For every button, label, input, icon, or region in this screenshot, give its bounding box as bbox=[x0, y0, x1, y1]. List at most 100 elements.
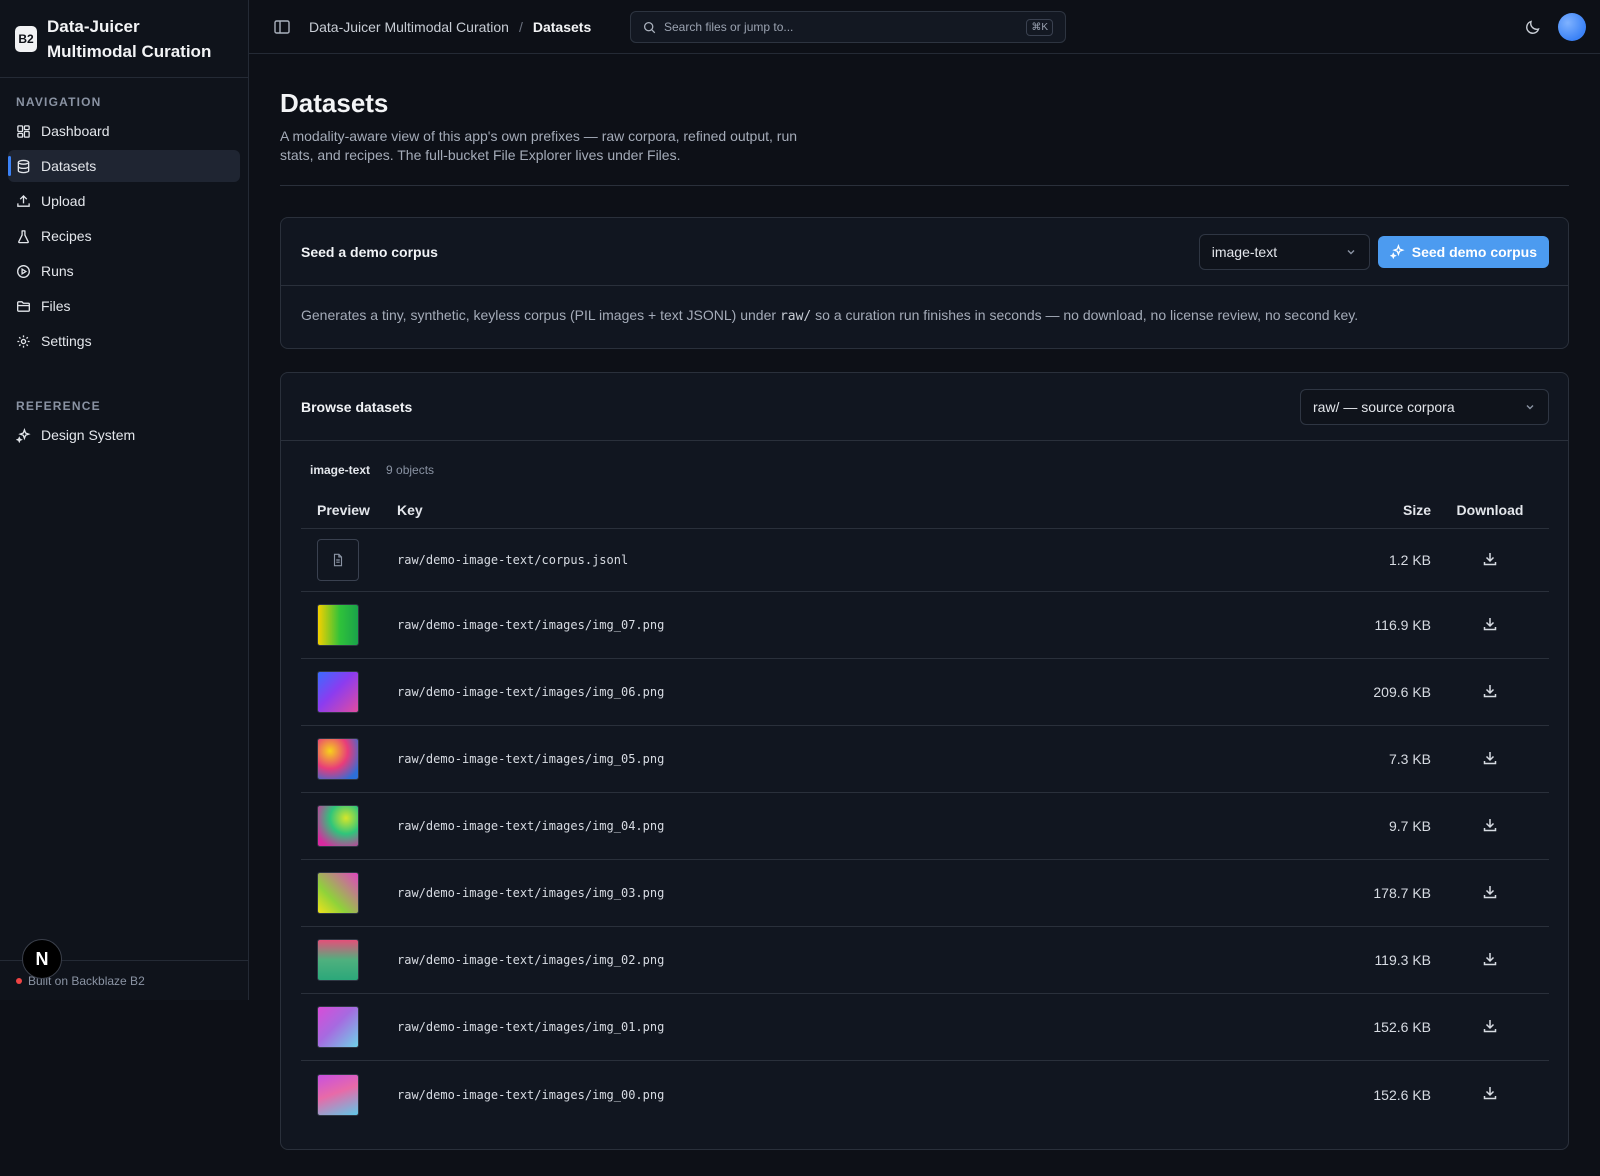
download-button[interactable] bbox=[1431, 1085, 1549, 1104]
reference-section-label: REFERENCE bbox=[16, 399, 101, 413]
download-button[interactable] bbox=[1431, 1018, 1549, 1037]
group-count: 9 objects bbox=[386, 463, 435, 477]
download-icon bbox=[1483, 684, 1497, 697]
table-row[interactable]: raw/demo-image-text/images/img_00.png 152… bbox=[301, 1061, 1549, 1128]
object-key: raw/demo-image-text/images/img_07.png bbox=[397, 618, 665, 632]
modality-select-value: image-text bbox=[1211, 243, 1278, 260]
breadcrumb-separator: / bbox=[518, 18, 523, 35]
breadcrumb-root[interactable]: Data-Juicer Multimodal Curation bbox=[309, 19, 509, 35]
sidebar-item-recipes[interactable]: Recipes bbox=[8, 220, 240, 252]
sidebar-item-datasets[interactable]: Datasets bbox=[8, 150, 240, 182]
preview-cell bbox=[301, 738, 383, 780]
prefix-select[interactable]: raw/ — source corpora bbox=[1300, 388, 1549, 425]
table-row[interactable]: raw/demo-image-text/images/img_04.png 9.7… bbox=[301, 793, 1549, 860]
sidebar-item-label: Files bbox=[41, 298, 71, 314]
dev-badge[interactable]: N bbox=[22, 939, 62, 979]
column-header-size: Size bbox=[1402, 501, 1431, 518]
table-body: raw/demo-image-text/corpus.jsonl 1.2 KB ra… bbox=[301, 529, 1549, 1128]
topbar: Data-Juicer Multimodal Curation / Datase… bbox=[249, 0, 1600, 54]
preview-cell bbox=[301, 1073, 383, 1116]
image-thumbnail[interactable] bbox=[317, 1073, 359, 1116]
table-row[interactable]: raw/demo-image-text/images/img_03.png 178… bbox=[301, 860, 1549, 927]
sidebar-item-design-system[interactable]: Design System bbox=[8, 419, 240, 451]
image-thumbnail[interactable] bbox=[317, 1006, 359, 1048]
preview-cell bbox=[301, 1006, 383, 1048]
sidebar-item-label: Datasets bbox=[41, 158, 97, 174]
app-title: Data-Juicer Multimodal Curation bbox=[47, 16, 212, 61]
main-content: Datasets A modality-aware view of this a… bbox=[280, 54, 1569, 1150]
download-button[interactable] bbox=[1431, 951, 1549, 970]
brand[interactable]: B2 Data-Juicer Multimodal Curation bbox=[0, 0, 248, 78]
sidebar-toggle-icon[interactable] bbox=[273, 18, 291, 36]
download-button[interactable] bbox=[1431, 616, 1549, 635]
table-row[interactable]: raw/demo-image-text/corpus.jsonl 1.2 KB bbox=[301, 529, 1549, 592]
file-icon bbox=[333, 553, 343, 567]
preview-cell bbox=[301, 539, 383, 581]
download-button[interactable] bbox=[1431, 551, 1549, 570]
download-icon bbox=[1483, 818, 1497, 831]
avatar[interactable] bbox=[1558, 13, 1586, 41]
modality-select[interactable]: image-text bbox=[1198, 233, 1370, 270]
sidebar-item-settings[interactable]: Settings bbox=[8, 325, 240, 357]
sidebar-item-files[interactable]: Files bbox=[8, 290, 240, 322]
object-key: raw/demo-image-text/images/img_05.png bbox=[397, 752, 665, 766]
sidebar-item-label: Recipes bbox=[41, 228, 92, 244]
search-box[interactable]: ⌘K bbox=[630, 11, 1066, 43]
object-size: 9.7 KB bbox=[1388, 818, 1431, 834]
upload-icon bbox=[17, 194, 30, 207]
object-size: 152.6 KB bbox=[1373, 1086, 1431, 1103]
download-button[interactable] bbox=[1431, 750, 1549, 769]
object-size: 7.3 KB bbox=[1388, 751, 1431, 767]
download-icon bbox=[1483, 1087, 1497, 1100]
download-button[interactable] bbox=[1431, 817, 1549, 836]
play-circle-icon bbox=[17, 264, 30, 278]
object-key: raw/demo-image-text/images/img_00.png bbox=[397, 1087, 665, 1102]
seed-demo-card: Seed a demo corpus image-text Seed demo … bbox=[280, 217, 1569, 349]
objects-table: Preview Key Size Download raw/demo-image… bbox=[301, 491, 1549, 1128]
breadcrumb: Data-Juicer Multimodal Curation / Datase… bbox=[309, 19, 591, 35]
sidebar-item-runs[interactable]: Runs bbox=[8, 255, 240, 287]
image-thumbnail[interactable] bbox=[317, 805, 359, 847]
search-icon bbox=[643, 21, 656, 33]
object-size: 178.7 KB bbox=[1373, 885, 1431, 901]
image-thumbnail[interactable] bbox=[317, 738, 359, 780]
search-input[interactable] bbox=[664, 20, 1019, 34]
image-thumbnail[interactable] bbox=[317, 939, 359, 981]
table-row[interactable]: raw/demo-image-text/images/img_05.png 7.3… bbox=[301, 726, 1549, 793]
sidebar-item-label: Design System bbox=[41, 427, 136, 443]
download-icon bbox=[1483, 617, 1497, 630]
chevron-down-icon bbox=[1347, 249, 1355, 254]
seed-card-title: Seed a demo corpus bbox=[301, 243, 438, 260]
breadcrumb-current: Datasets bbox=[532, 18, 592, 35]
group-header: image-text 9 objects bbox=[281, 441, 1568, 477]
database-icon bbox=[17, 159, 30, 173]
table-row[interactable]: raw/demo-image-text/images/img_07.png 116… bbox=[301, 592, 1549, 659]
sidebar-item-label: Dashboard bbox=[41, 123, 110, 139]
seed-demo-corpus-button[interactable]: Seed demo corpus bbox=[1377, 235, 1549, 268]
download-icon bbox=[1483, 751, 1497, 764]
object-key: raw/demo-image-text/images/img_06.png bbox=[397, 685, 665, 699]
divider bbox=[280, 185, 1569, 186]
browse-datasets-card: Browse datasets raw/ — source corpora im… bbox=[280, 372, 1569, 1150]
preview-cell bbox=[301, 939, 383, 981]
image-thumbnail[interactable] bbox=[317, 872, 359, 914]
search-shortcut: ⌘K bbox=[1026, 18, 1053, 36]
download-icon bbox=[1483, 885, 1497, 898]
sidebar-item-upload[interactable]: Upload bbox=[8, 185, 240, 217]
b2-logo: B2 bbox=[15, 25, 37, 52]
chevron-down-icon bbox=[1526, 404, 1534, 409]
object-key: raw/demo-image-text/corpus.jsonl bbox=[397, 553, 629, 567]
table-row[interactable]: raw/demo-image-text/images/img_01.png 152… bbox=[301, 994, 1549, 1061]
sidebar-item-dashboard[interactable]: Dashboard bbox=[8, 115, 240, 147]
table-row[interactable]: raw/demo-image-text/images/img_02.png 119… bbox=[301, 927, 1549, 994]
image-thumbnail[interactable] bbox=[317, 671, 359, 713]
table-header: Preview Key Size Download bbox=[301, 491, 1549, 529]
download-button[interactable] bbox=[1431, 884, 1549, 903]
column-header-download: Download bbox=[1456, 501, 1524, 518]
download-button[interactable] bbox=[1431, 683, 1549, 702]
moon-icon[interactable] bbox=[1524, 18, 1542, 36]
gear-icon bbox=[17, 334, 30, 348]
table-row[interactable]: raw/demo-image-text/images/img_06.png 209… bbox=[301, 659, 1549, 726]
column-header-preview: Preview bbox=[317, 501, 370, 518]
image-thumbnail[interactable] bbox=[317, 604, 359, 646]
